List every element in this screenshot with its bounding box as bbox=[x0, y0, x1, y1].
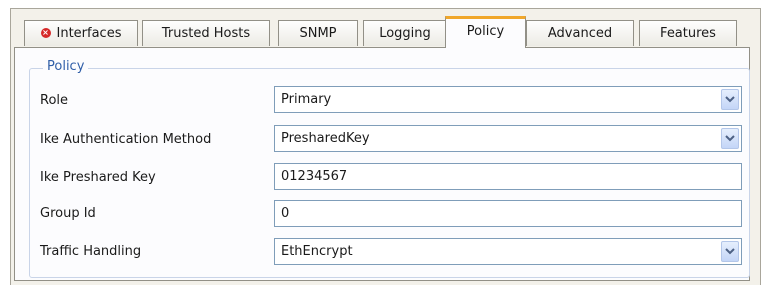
role-select[interactable]: Primary bbox=[274, 86, 742, 113]
tab-label: SNMP bbox=[299, 26, 337, 41]
tab-policy[interactable]: Policy bbox=[445, 16, 526, 48]
ike-preshared-key-input[interactable]: 01234567 bbox=[274, 163, 742, 190]
ike-preshared-key-value: 01234567 bbox=[281, 169, 348, 184]
ike-preshared-key-label: Ike Preshared Key bbox=[40, 170, 156, 185]
tab-label: Policy bbox=[466, 24, 505, 39]
ike-auth-method-label: Ike Authentication Method bbox=[40, 132, 212, 147]
tab-interfaces[interactable]: × Interfaces bbox=[24, 20, 138, 46]
chevron-down-icon[interactable] bbox=[721, 241, 739, 262]
traffic-handling-label: Traffic Handling bbox=[40, 244, 142, 259]
group-id-value: 0 bbox=[281, 206, 290, 221]
tab-label: Advanced bbox=[547, 26, 613, 41]
tab-trusted-hosts[interactable]: Trusted Hosts bbox=[142, 20, 270, 46]
tab-label: Trusted Hosts bbox=[161, 26, 251, 41]
ike-auth-method-select[interactable]: PresharedKey bbox=[274, 125, 742, 152]
chevron-down-icon[interactable] bbox=[721, 89, 739, 110]
tab-label: Logging bbox=[379, 26, 431, 41]
tab-label: Interfaces bbox=[56, 26, 122, 41]
traffic-handling-select[interactable]: EthEncrypt bbox=[274, 238, 742, 265]
tab-label: Features bbox=[660, 26, 716, 41]
traffic-handling-value: EthEncrypt bbox=[281, 244, 353, 259]
role-value: Primary bbox=[281, 92, 332, 107]
group-id-input[interactable]: 0 bbox=[274, 200, 742, 227]
tab-strip: × Interfaces Trusted Hosts SNMP Logging … bbox=[14, 10, 744, 50]
tab-snmp[interactable]: SNMP bbox=[278, 20, 358, 46]
tab-logging[interactable]: Logging bbox=[363, 20, 447, 46]
group-id-label: Group Id bbox=[40, 206, 96, 221]
tab-advanced[interactable]: Advanced bbox=[526, 20, 634, 46]
error-icon: × bbox=[40, 27, 51, 38]
ike-auth-method-value: PresharedKey bbox=[281, 131, 370, 146]
role-label: Role bbox=[40, 93, 69, 108]
chevron-down-icon[interactable] bbox=[721, 128, 739, 149]
tab-features[interactable]: Features bbox=[639, 20, 737, 46]
group-title: Policy bbox=[43, 59, 89, 74]
